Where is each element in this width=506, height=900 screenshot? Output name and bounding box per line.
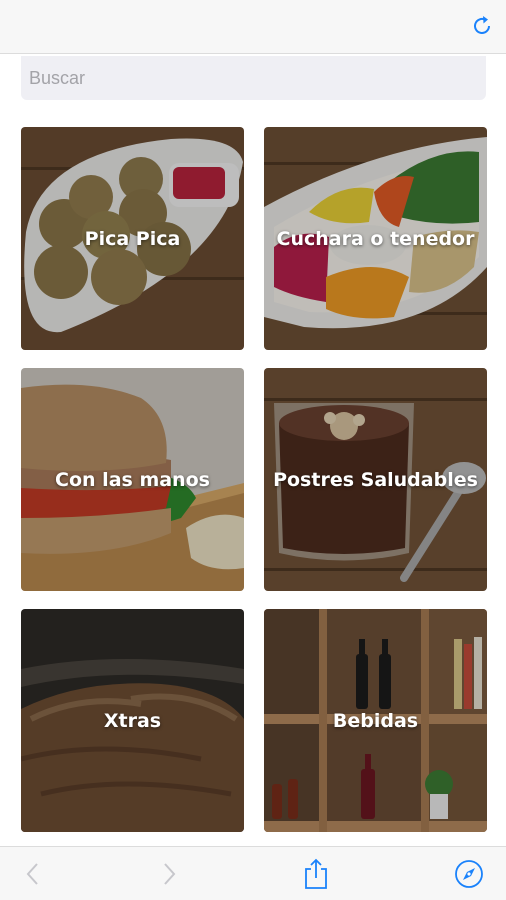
chevron-left-icon[interactable] [17,859,47,889]
category-card-cuchara-o-tenedor[interactable]: Cuchara o tenedor [264,127,487,350]
category-label: Bebidas [332,709,419,732]
chevron-right-icon[interactable] [155,859,185,889]
category-label: Postres Saludables [273,468,478,491]
category-card-bebidas[interactable]: Bebidas [264,609,487,832]
category-card-con-las-manos[interactable]: Con las manos [21,368,244,591]
category-grid: Pica Pica Cuchara o tenedor Con las mano… [21,127,487,832]
category-label: Xtras [103,709,162,732]
refresh-icon[interactable] [470,14,494,38]
bottom-toolbar [0,846,506,900]
category-label: Con las manos [55,468,210,491]
top-bar [0,0,506,54]
category-label: Cuchara o tenedor [276,227,475,250]
compass-icon[interactable] [454,859,484,889]
search-input[interactable] [21,56,486,100]
category-card-postres-saludables[interactable]: Postres Saludables [264,368,487,591]
category-card-pica-pica[interactable]: Pica Pica [21,127,244,350]
category-card-xtras[interactable]: Xtras [21,609,244,832]
category-label: Pica Pica [84,227,181,250]
share-icon[interactable] [301,858,331,889]
search-bar [21,56,486,100]
